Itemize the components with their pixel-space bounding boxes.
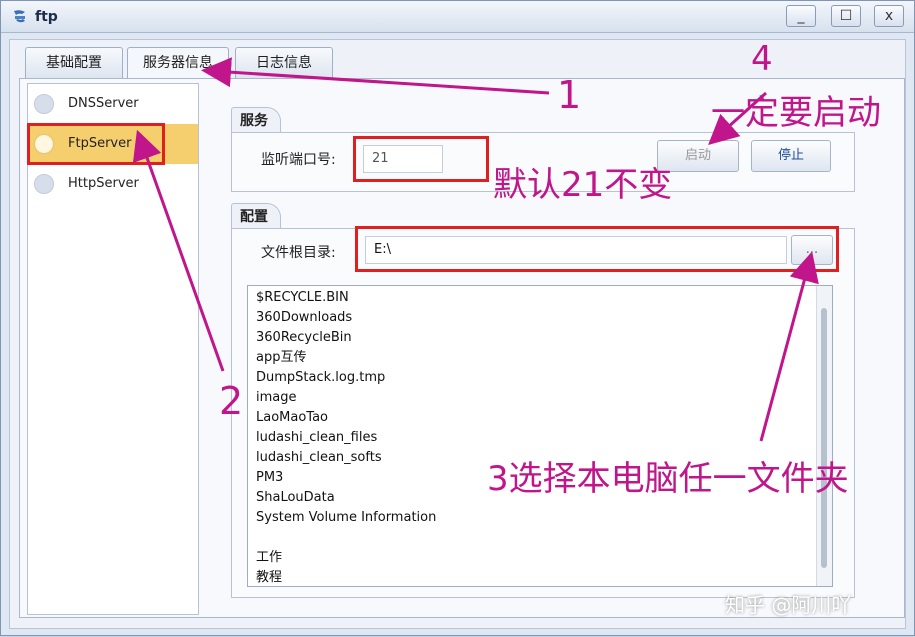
- annotation-step-4: 4: [751, 39, 773, 79]
- app-window: ftp _ ☐ x 基础配置 服务器信息 日志信息 DNSServer FtpS…: [0, 0, 915, 636]
- watermark: 知乎 @阿川吖: [725, 593, 852, 617]
- annotation-step-2: 2: [219, 379, 244, 423]
- annotation-must-start: 一定要启动: [711, 93, 881, 133]
- annotation-step-1: 1: [557, 73, 582, 117]
- annotation-default-21: 默认21不变: [493, 165, 673, 205]
- annotation-choose-folder: 3选择本电脑任一文件夹: [487, 459, 849, 499]
